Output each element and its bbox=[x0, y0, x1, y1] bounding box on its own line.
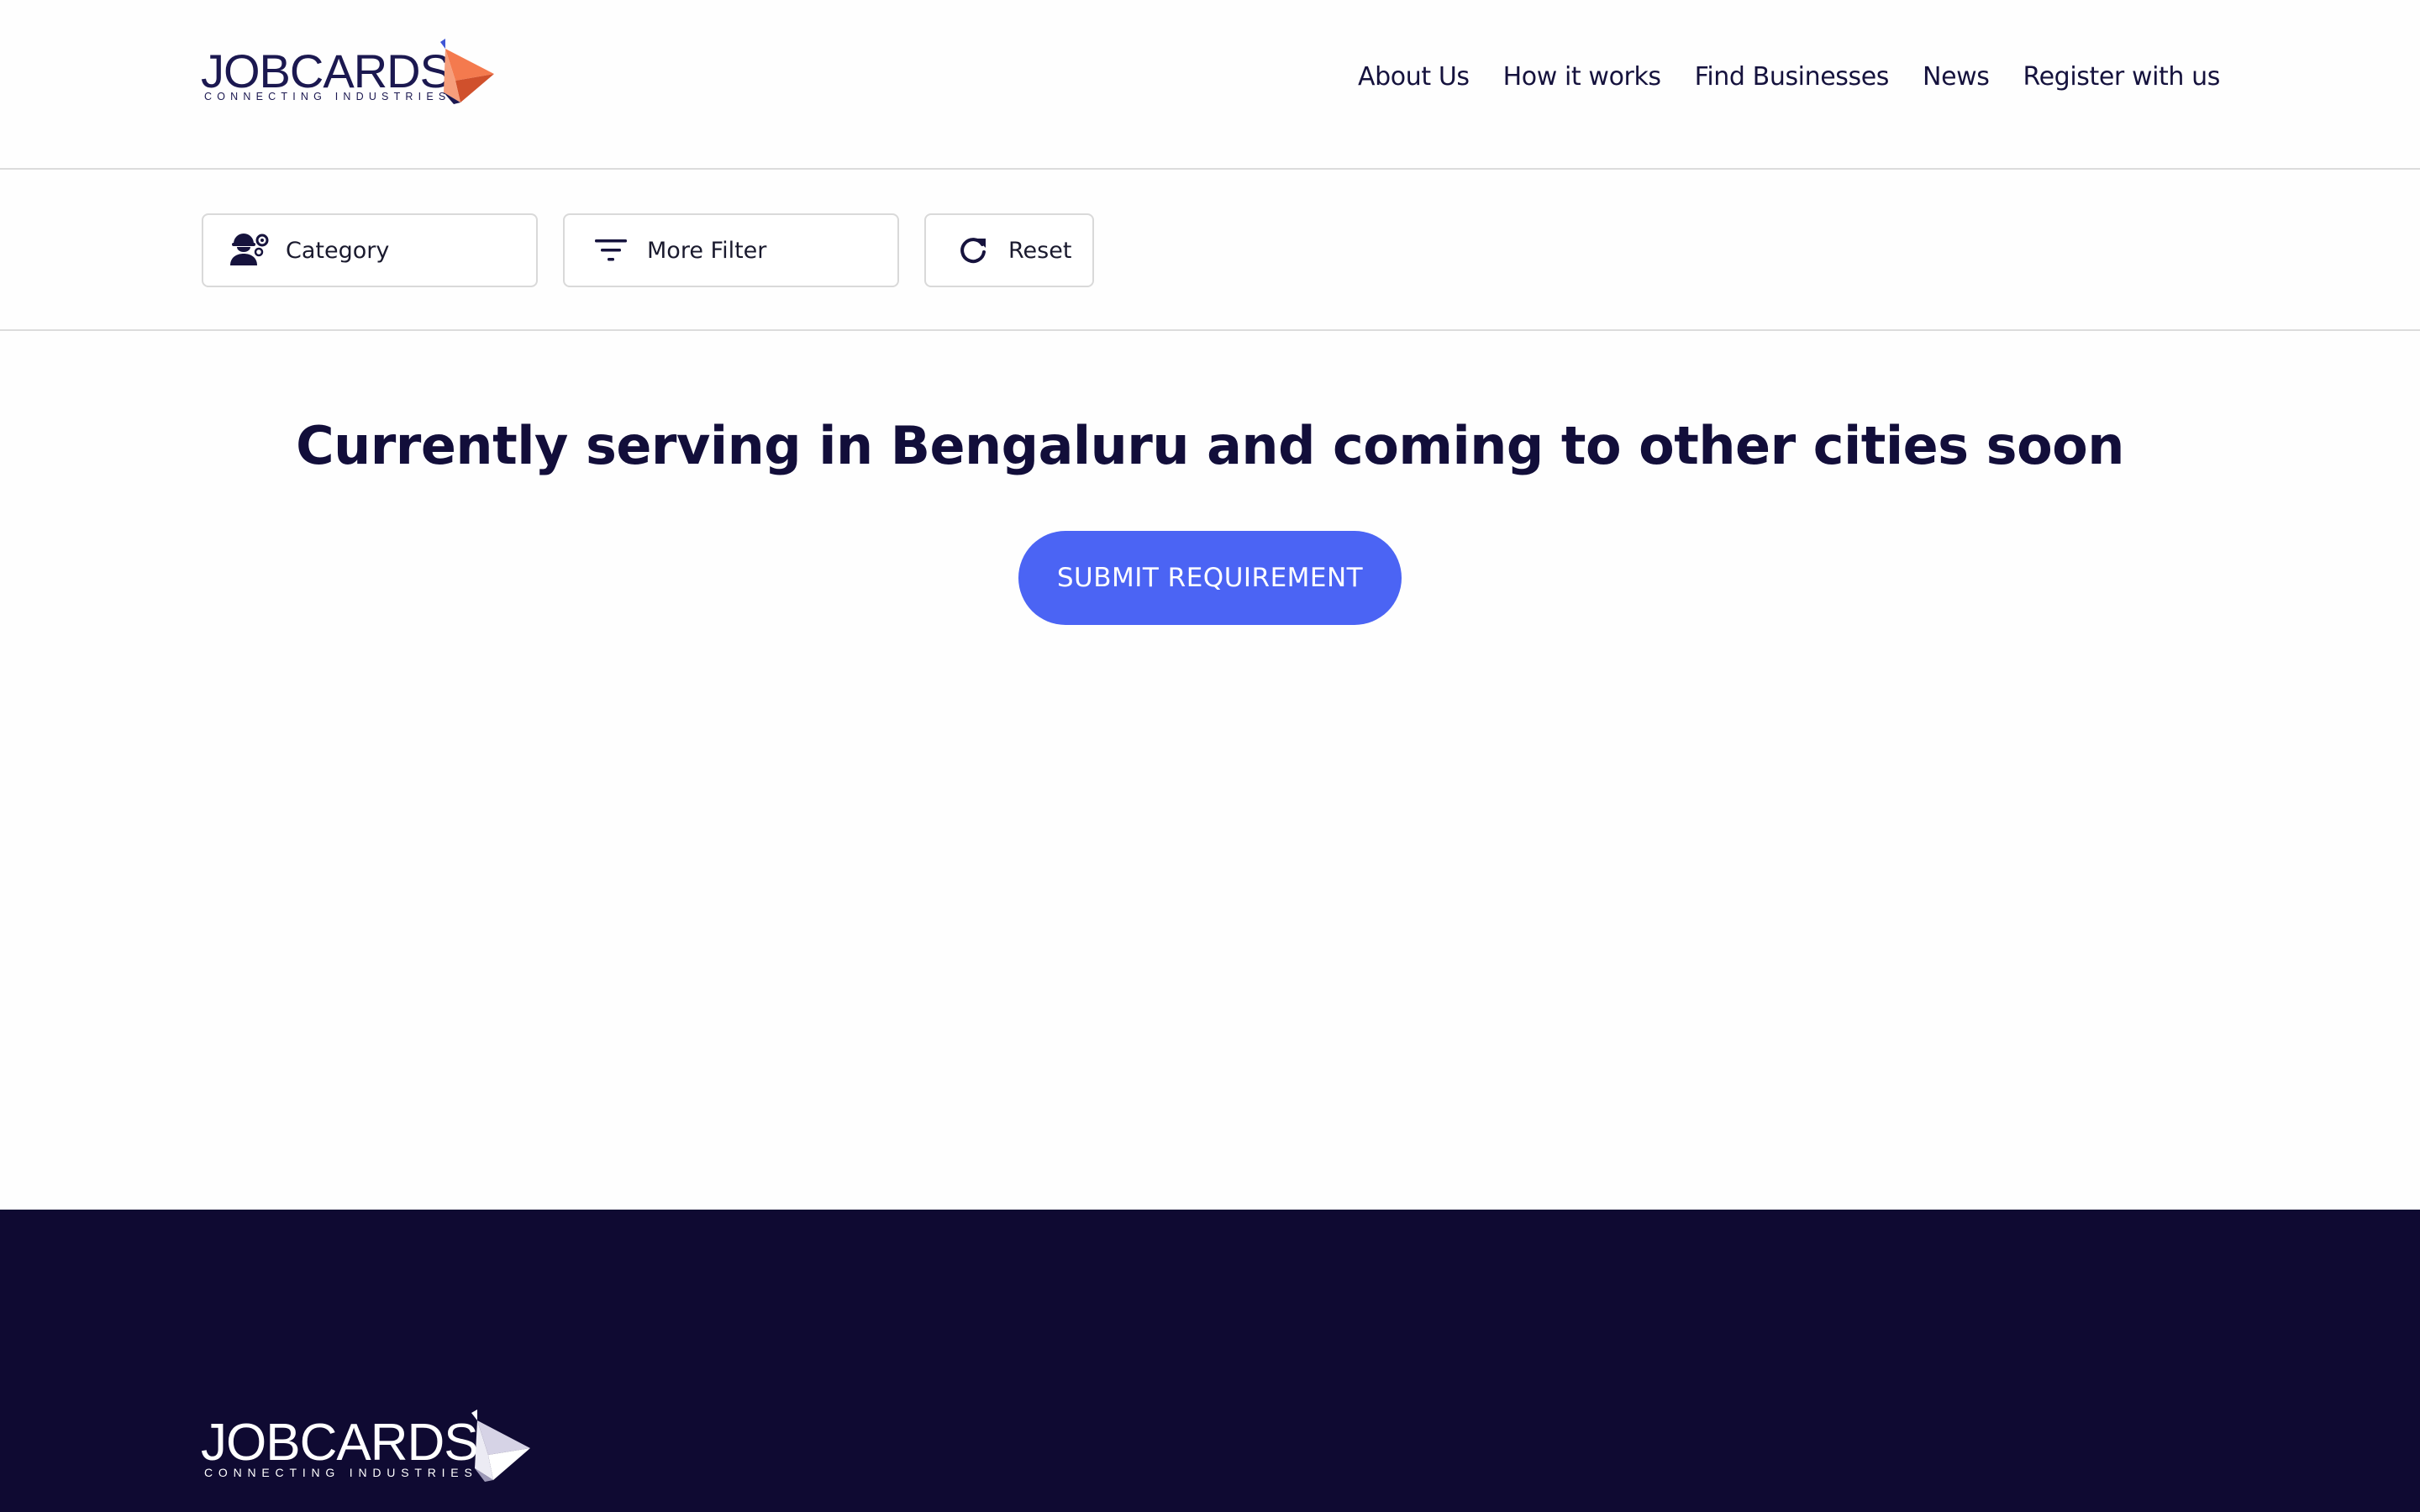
page-headline: Currently serving in Bengaluru and comin… bbox=[296, 415, 2124, 476]
worker-gear-icon bbox=[230, 234, 269, 267]
site-header: JOBCARDS CONNECTING INDUSTRIES About Us … bbox=[0, 0, 2420, 170]
filter-bar: Category More Filter Reset bbox=[0, 170, 2420, 331]
nav-news[interactable]: News bbox=[1923, 62, 1990, 92]
footer-logo-tagline: CONNECTING INDUSTRIES bbox=[204, 1466, 478, 1479]
nav-find-businesses[interactable]: Find Businesses bbox=[1695, 62, 1890, 92]
reset-button[interactable]: Reset bbox=[924, 213, 1094, 287]
logo-tagline: CONNECTING INDUSTRIES bbox=[204, 91, 451, 102]
refresh-icon bbox=[958, 235, 988, 265]
reset-label: Reset bbox=[1008, 237, 1072, 264]
submit-requirement-button[interactable]: SUBMIT REQUIREMENT bbox=[1018, 531, 1402, 625]
main-nav: About Us How it works Find Businesses Ne… bbox=[1358, 62, 2220, 92]
footer-logo-wordmark: JOBCARDS bbox=[201, 1414, 479, 1472]
nav-how-it-works[interactable]: How it works bbox=[1503, 62, 1661, 92]
category-filter-label: Category bbox=[286, 237, 390, 264]
footer-logo-flag-icon bbox=[471, 1410, 530, 1482]
site-footer: JOBCARDS CONNECTING INDUSTRIES bbox=[0, 1210, 2420, 1512]
more-filter-button[interactable]: More Filter bbox=[563, 213, 899, 287]
logo-flag-icon bbox=[440, 39, 494, 104]
filter-lines-icon bbox=[595, 239, 627, 262]
nav-register-with-us[interactable]: Register with us bbox=[2023, 62, 2221, 92]
nav-about-us[interactable]: About Us bbox=[1358, 62, 1470, 92]
more-filter-label: More Filter bbox=[647, 237, 767, 264]
category-filter-button[interactable]: Category bbox=[202, 213, 538, 287]
